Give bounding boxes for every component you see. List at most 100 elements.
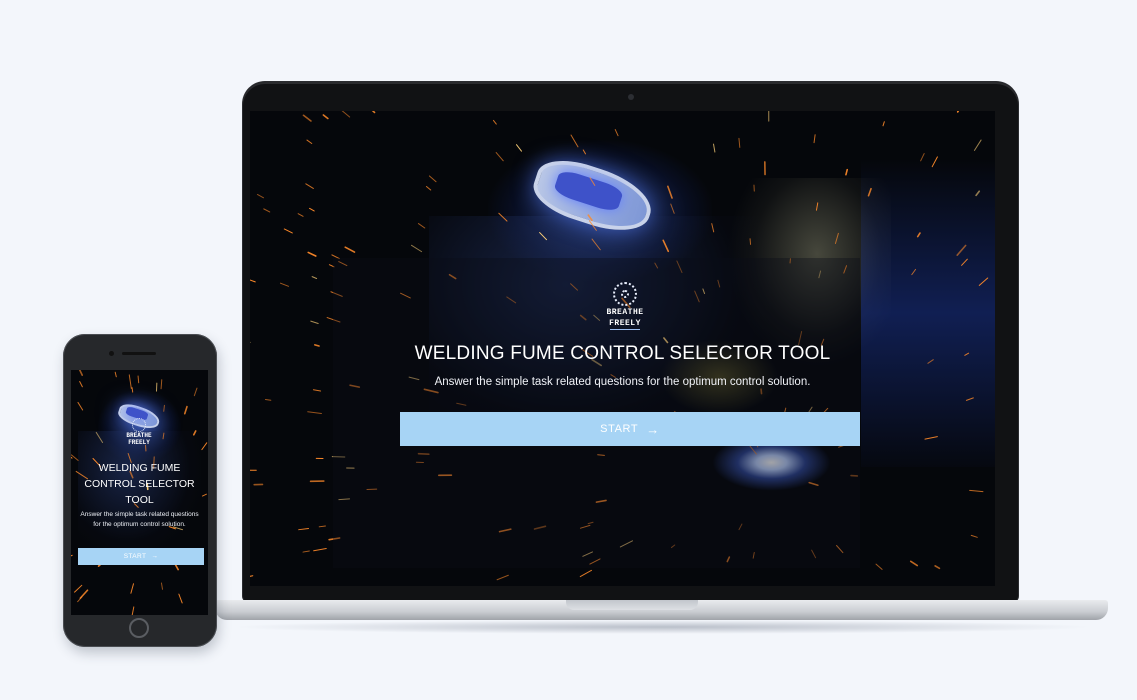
spark xyxy=(302,114,312,122)
page-subtitle: Answer the simple task related questions… xyxy=(434,376,811,388)
spark xyxy=(250,575,254,577)
phone-speaker xyxy=(122,352,156,355)
spark xyxy=(264,399,272,401)
spark xyxy=(192,430,197,436)
spark xyxy=(428,175,437,183)
spark xyxy=(815,202,819,211)
spark xyxy=(95,431,104,444)
spark xyxy=(495,152,504,162)
phone-logo-mark-icon xyxy=(132,418,146,432)
spark xyxy=(589,177,596,186)
spark xyxy=(71,554,73,557)
spark xyxy=(310,320,319,325)
phone-page-subtitle: Answer the simple task related questions… xyxy=(80,511,199,528)
spark xyxy=(570,134,579,148)
spark xyxy=(417,223,426,229)
spark xyxy=(965,397,974,401)
start-button[interactable]: START → xyxy=(400,412,860,446)
spark xyxy=(969,489,984,493)
spark xyxy=(307,251,317,257)
spark xyxy=(667,185,673,199)
breathe-freely-logo: BREATHE FREELY xyxy=(605,282,645,332)
spark xyxy=(344,246,356,253)
spark xyxy=(306,139,313,144)
phone-start-button[interactable]: START → xyxy=(78,548,204,565)
spark xyxy=(978,277,989,286)
spark xyxy=(137,375,140,384)
spark xyxy=(283,228,293,234)
spark xyxy=(160,379,163,390)
spark xyxy=(614,129,619,137)
spark xyxy=(279,282,290,287)
spark xyxy=(970,534,978,538)
spark xyxy=(579,569,593,578)
spark xyxy=(916,232,921,238)
spark xyxy=(516,144,523,152)
spark xyxy=(77,401,84,411)
spark xyxy=(539,232,548,241)
spark xyxy=(956,111,960,113)
spark xyxy=(411,244,423,253)
logo-line-1: BREATHE xyxy=(606,308,644,317)
spark xyxy=(882,121,885,127)
spark xyxy=(961,258,968,266)
spark xyxy=(713,143,716,153)
spark xyxy=(131,606,135,615)
spark xyxy=(867,187,872,197)
spark xyxy=(193,387,198,397)
spark xyxy=(909,560,919,567)
spark xyxy=(371,111,376,114)
spark xyxy=(341,111,351,118)
logo-mark-icon xyxy=(613,282,637,306)
spark xyxy=(662,239,670,253)
logo-line-2: FREELY xyxy=(609,319,641,328)
spark xyxy=(183,405,188,415)
phone-camera xyxy=(109,351,114,356)
spark xyxy=(975,190,981,197)
spark xyxy=(263,208,271,213)
spark xyxy=(934,565,941,570)
spark xyxy=(130,583,135,594)
spark xyxy=(875,563,883,570)
spark xyxy=(738,137,741,148)
spark xyxy=(297,213,304,217)
spark xyxy=(956,244,967,257)
phone-home-button xyxy=(129,618,149,638)
page-title: WELDING FUME CONTROL SELECTOR TOOL xyxy=(414,343,831,364)
spark xyxy=(162,432,165,440)
spark xyxy=(128,374,132,389)
spark xyxy=(79,589,89,599)
spark xyxy=(131,387,134,393)
spark xyxy=(78,370,84,376)
spark xyxy=(498,212,508,222)
spark xyxy=(591,238,601,251)
spark xyxy=(670,203,675,214)
spark xyxy=(492,119,497,125)
spark xyxy=(313,548,327,552)
phone-logo: BREATHE FREELY xyxy=(121,418,157,446)
spark xyxy=(588,220,597,231)
spark xyxy=(312,389,322,392)
spark xyxy=(250,279,256,283)
phone-start-button-label: START xyxy=(123,553,147,560)
arrow-right-icon: → xyxy=(151,553,159,560)
spark xyxy=(582,149,587,155)
spark xyxy=(305,183,314,189)
spark xyxy=(711,223,715,233)
device-mockup-scene: BREATHE FREELY WELDING FUME CONTROL SELE… xyxy=(0,0,1137,700)
laptop-camera xyxy=(628,94,634,100)
spark xyxy=(318,525,326,528)
spark xyxy=(163,404,165,412)
start-button-label: START xyxy=(600,423,639,435)
spark xyxy=(160,582,163,590)
spark xyxy=(307,411,322,415)
spark xyxy=(834,232,839,245)
spark xyxy=(322,114,329,120)
spark xyxy=(114,371,117,378)
spark xyxy=(924,436,938,440)
laptop-notch xyxy=(566,600,698,610)
spark xyxy=(302,550,310,553)
spark xyxy=(813,134,816,144)
arrow-right-icon: → xyxy=(646,421,660,437)
spark xyxy=(201,442,208,451)
